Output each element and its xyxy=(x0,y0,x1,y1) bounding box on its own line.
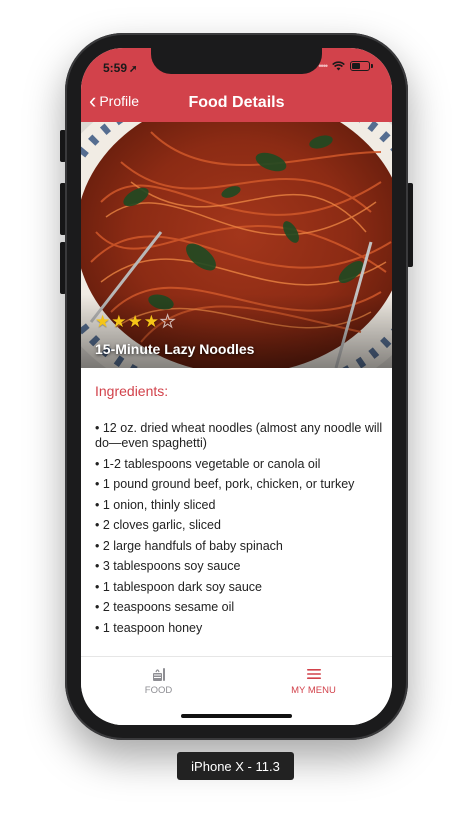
device-label: iPhone X - 11.3 xyxy=(177,752,294,780)
tab-food[interactable]: FOOD xyxy=(81,666,236,696)
location-arrow-icon: ➚ xyxy=(129,64,138,75)
list-item: 1 teaspoon honey xyxy=(95,621,385,636)
status-icons: •••• xyxy=(318,61,373,71)
screen: 5:59 ➚ •••• ‹ Profile Food Details ★ ★ ★… xyxy=(81,48,392,725)
star-filled-icon: ★ xyxy=(95,312,111,331)
list-item: 1-2 tablespoons vegetable or canola oil xyxy=(95,457,385,472)
notch xyxy=(151,48,322,74)
rating-stars: ★ ★ ★ ★ ★ xyxy=(95,312,176,332)
list-item: 1 tablespoon dark soy sauce xyxy=(95,580,385,595)
menu-icon xyxy=(306,669,321,679)
list-item: 1 onion, thinly sliced xyxy=(95,498,385,513)
status-time-text: 5:59 xyxy=(103,61,128,75)
ingredients-heading: Ingredients: xyxy=(95,383,169,399)
list-item: 2 large handfuls of baby spinach xyxy=(95,539,385,554)
star-empty-icon: ★ xyxy=(159,312,176,332)
list-item: 3 tablespoons soy sauce xyxy=(95,559,385,574)
food-icon xyxy=(152,668,165,681)
list-item: 12 oz. dried wheat noodles (almost any n… xyxy=(95,421,385,451)
battery-icon xyxy=(350,61,373,71)
page-title: Food Details xyxy=(188,94,285,111)
list-item: 2 teaspoons sesame oil xyxy=(95,600,385,615)
home-indicator[interactable] xyxy=(181,714,292,718)
ingredients-list: 12 oz. dried wheat noodles (almost any n… xyxy=(95,421,385,641)
star-filled-icon: ★ xyxy=(143,312,159,331)
list-item: 2 cloves garlic, sliced xyxy=(95,518,385,533)
status-time: 5:59 ➚ xyxy=(103,61,137,75)
list-item: 1 pound ground beef, pork, chicken, or t… xyxy=(95,477,385,492)
dish-image: ★ ★ ★ ★ ★ 15-Minute Lazy Noodles xyxy=(81,122,392,368)
wifi-icon xyxy=(332,61,345,71)
dish-name: 15-Minute Lazy Noodles xyxy=(95,341,255,357)
star-filled-icon: ★ xyxy=(111,312,127,331)
star-filled-icon: ★ xyxy=(127,312,143,331)
tab-my-menu-label: MY MENU xyxy=(291,685,336,696)
tab-food-label: FOOD xyxy=(144,685,173,696)
tab-my-menu[interactable]: MY MENU xyxy=(236,666,391,696)
